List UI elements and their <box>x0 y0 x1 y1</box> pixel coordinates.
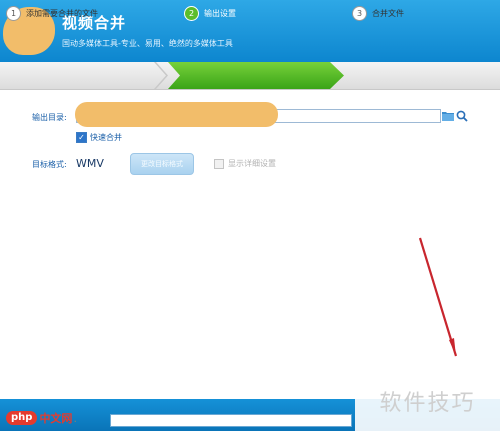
folder-icon[interactable] <box>442 111 454 121</box>
active-step-highlight <box>168 62 344 89</box>
watermark: 软件技巧 <box>355 370 500 431</box>
php-badge: php <box>6 411 38 425</box>
step-add-files[interactable]: 1 添加需要合并的文件 <box>6 0 98 27</box>
merge-progress-bar <box>110 414 352 427</box>
fast-merge-option[interactable]: ✓ 快速合并 <box>76 132 122 143</box>
target-format-label: 目标格式: <box>32 160 67 169</box>
step-label: 合并文件 <box>372 9 404 18</box>
php-suffix: . <box>73 411 77 425</box>
step-merge-files[interactable]: 3 合并文件 <box>352 0 404 27</box>
app-subtitle: 国动多媒体工具-专业、易用、绝然的多媒体工具 <box>62 39 233 48</box>
php-cn-text: 中文网 <box>39 412 73 425</box>
search-icon[interactable] <box>456 110 468 122</box>
redacted-path <box>75 102 278 127</box>
step-label: 添加需要合并的文件 <box>26 9 98 18</box>
step-label: 输出设置 <box>204 9 236 18</box>
fast-merge-checkbox[interactable]: ✓ <box>76 132 87 143</box>
change-format-button[interactable]: 更改目标格式 <box>130 153 194 175</box>
output-dir-label: 输出目录: <box>32 113 67 122</box>
advanced-checkbox[interactable] <box>214 158 224 169</box>
show-advanced-option[interactable]: 显示详细设置 <box>214 158 276 169</box>
php-logo: php 中文网 . <box>6 410 77 426</box>
step-number: 3 <box>352 6 367 21</box>
step-output-settings[interactable]: 2 输出设置 <box>184 0 236 27</box>
advanced-label: 显示详细设置 <box>228 159 276 168</box>
step-number: 2 <box>184 6 199 21</box>
annotation-arrow <box>418 237 458 357</box>
step-number: 1 <box>6 6 21 21</box>
target-format-value: WMV <box>76 157 104 170</box>
fast-merge-label: 快速合并 <box>90 133 122 142</box>
